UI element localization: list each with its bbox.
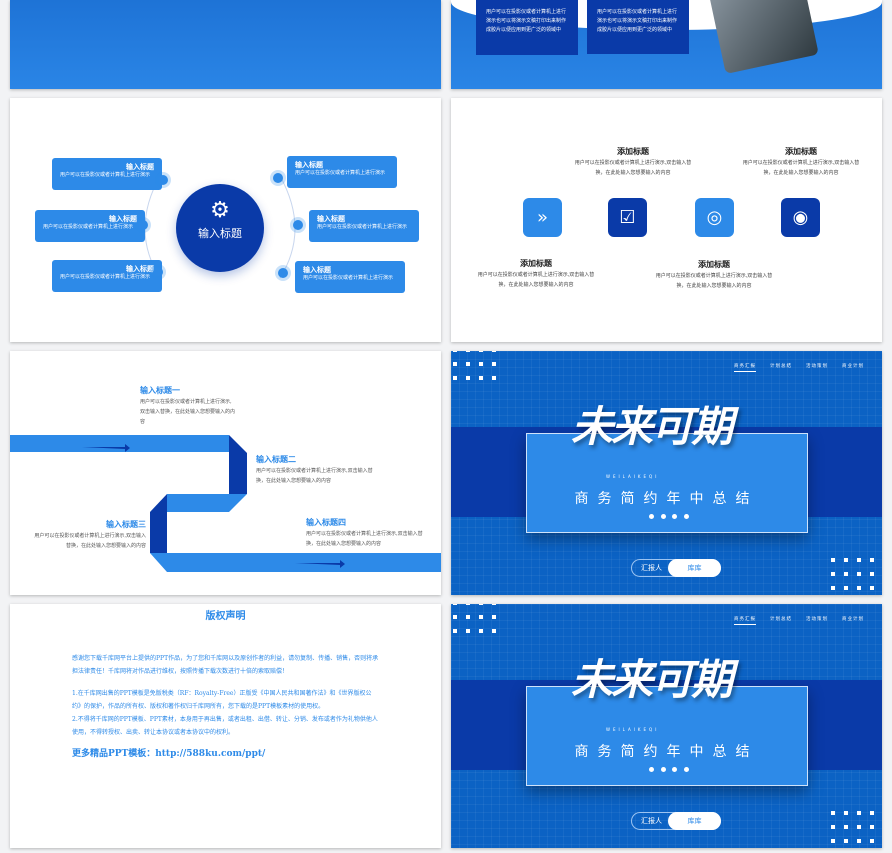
bubble-item: 输入标题 用户可以在投影仪或者计算机上进行演示 — [309, 210, 419, 242]
bubble-item: 输入标题 用户可以在投影仪或者计算机上进行演示 — [52, 158, 162, 190]
bubble-item: 输入标题 用户可以在投影仪或者计算机上进行演示 — [35, 210, 145, 242]
nav-item[interactable]: 活动策划 — [806, 616, 828, 625]
slide-thumbnail-1b[interactable]: 用户可以在投影仪或者计算机上进行演示也可以将演示文稿打印出来制作成胶片以便应用到… — [451, 0, 882, 89]
nav-item[interactable]: 商业计划 — [842, 363, 864, 372]
node-dot — [153, 267, 163, 277]
nav-item[interactable]: 商业计划 — [842, 616, 864, 625]
feature-item: 添加标题 用户可以在投影仪或者计算机上进行演示,双击输入替换，在此处输入您想要输入… — [477, 259, 595, 288]
node-dot — [158, 175, 168, 185]
step-item: 输入标题四 用户可以在投影仪或者计算机上进行演示,双击输入替换，在此处输入您想要输… — [306, 518, 423, 547]
node-dot — [278, 268, 288, 278]
node-dot — [293, 220, 303, 230]
reporter-pill: 汇报人 库库 — [631, 559, 721, 577]
nav-item[interactable]: 商务汇报 — [734, 363, 756, 372]
clipboard-search-icon: ☑ — [608, 198, 647, 237]
feature-item: 添加标题 用户可以在投影仪或者计算机上进行演示,双击输入替换，在此处输入您想要输入… — [574, 147, 692, 176]
center-hub: ⚙ 输入标题 — [176, 184, 264, 272]
gear-icon: ⚙ — [210, 198, 230, 223]
slide-thumbnail-cover[interactable]: 商务汇报 计划总结 活动策划 商业计划 未来可期 WEILAIKEQI 商务简约… — [451, 351, 882, 595]
text-card: 用户可以在投影仪或者计算机上进行演示也可以将演示文稿打印出来制作成胶片以便应用到… — [587, 0, 689, 54]
slide-thumbnail-2[interactable]: 输入标题 用户可以在投影仪或者计算机上进行演示 输入标题 用户可以在投影仪或者计算机… — [10, 98, 441, 342]
cover-title: 未来可期 — [571, 655, 733, 704]
photo — [708, 0, 819, 74]
reporter-pill: 汇报人 库库 — [631, 812, 721, 830]
cover-nav: 商务汇报 计划总结 活动策划 商业计划 — [734, 616, 864, 625]
slide-thumbnail-4[interactable]: 输入标题一 用户可以在投影仪或者计算机上进行演示,双击输入替换，在此处输入您想要输… — [10, 351, 441, 595]
nav-item[interactable]: 计划总结 — [770, 363, 792, 372]
cover-nav: 商务汇报 计划总结 活动策划 商业计划 — [734, 363, 864, 372]
slide-thumbnail-3[interactable]: 添加标题 用户可以在投影仪或者计算机上进行演示,双击输入替换，在此处输入您想要输入… — [451, 98, 882, 342]
target-person-icon: ◎ — [695, 198, 734, 237]
slide-thumbnail-copyright[interactable]: 版权声明 感谢您下载千库网平台上提供的PPT作品，为了您和千库网以及原创作者的利… — [10, 604, 441, 848]
bubble-item: 输入标题 用户可以在投影仪或者计算机上进行演示 — [52, 260, 162, 292]
more-templates-link[interactable]: 更多精品PPT模板：http://588ku.com/ppt/ — [72, 748, 379, 761]
step-item: 输入标题三 用户可以在投影仪或者计算机上进行演示,双击输入替换，在此处输入您想要输… — [34, 520, 146, 549]
double-chevron-right-icon: » — [523, 198, 562, 237]
copyright-title: 版权声明 — [205, 611, 246, 622]
text-card: 用户可以在投影仪或者计算机上进行演示也可以将演示文稿打印出来制作成胶片以便应用到… — [476, 0, 578, 55]
cover-subtitle: 商务简约年中总结 — [574, 491, 759, 507]
nav-item[interactable]: 计划总结 — [770, 616, 792, 625]
cover-title: 未来可期 — [571, 402, 733, 451]
cover-subtitle: 商务简约年中总结 — [574, 744, 759, 760]
bubble-item: 输入标题 用户可以在投影仪或者计算机上进行演示 — [295, 261, 405, 293]
slide-thumbnail-cover-2[interactable]: 商务汇报 计划总结 活动策划 商业计划 未来可期 WEILAIKEQI 商务简约… — [451, 604, 882, 848]
slide-thumbnail-1a[interactable] — [10, 0, 441, 89]
feature-item: 添加标题 用户可以在投影仪或者计算机上进行演示,双击输入替换，在此处输入您想要输入… — [655, 260, 773, 289]
step-item: 输入标题二 用户可以在投影仪或者计算机上进行演示,双击输入替换，在此处输入您想要输… — [256, 455, 373, 484]
bubble-item: 输入标题 用户可以在投影仪或者计算机上进行演示 — [287, 156, 397, 188]
feature-item: 添加标题 用户可以在投影仪或者计算机上进行演示,双击输入替换，在此处输入您想要输入… — [742, 147, 860, 176]
node-dot — [138, 220, 148, 230]
nav-item[interactable]: 商务汇报 — [734, 616, 756, 625]
node-dot — [273, 173, 283, 183]
step-item: 输入标题一 用户可以在投影仪或者计算机上进行演示,双击输入替换，在此处输入您想要输… — [140, 386, 236, 425]
nav-item[interactable]: 活动策划 — [806, 363, 828, 372]
target-icon: ◉ — [781, 198, 820, 237]
